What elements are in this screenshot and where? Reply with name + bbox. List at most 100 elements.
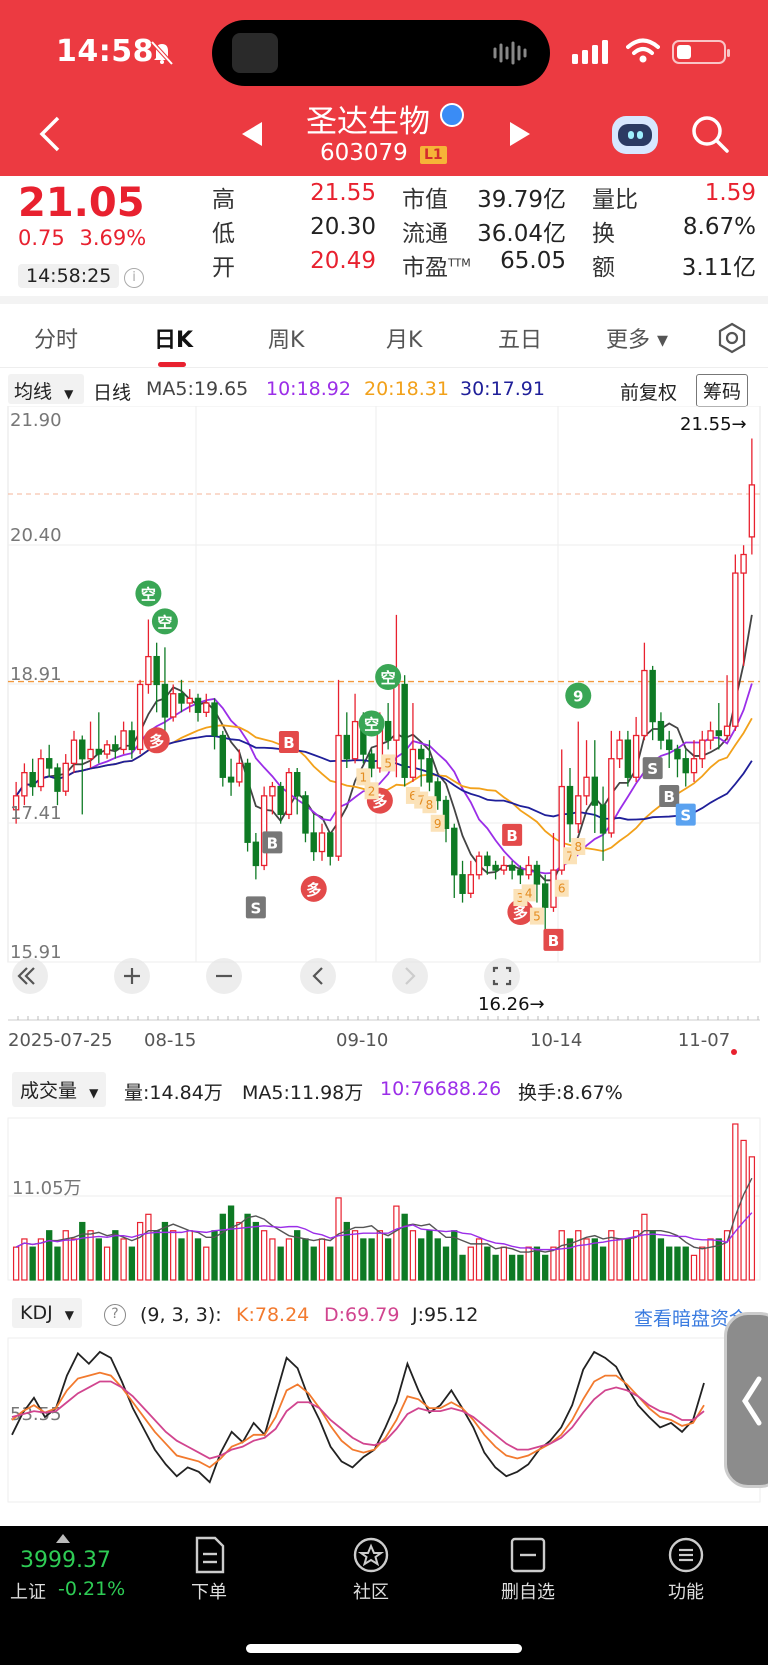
index-value[interactable]: 3999.37 <box>20 1548 111 1573</box>
adjust-mode-button[interactable]: 前复权 <box>620 378 677 405</box>
indicator-dropdown[interactable]: 均线 ▼ <box>8 374 84 404</box>
quote-value: 20.49 <box>310 248 376 274</box>
ma30-value: 30:17.91 <box>460 378 545 400</box>
volume-bar <box>244 1213 251 1281</box>
candle <box>616 739 623 760</box>
info-icon[interactable]: i <box>124 268 144 288</box>
volume-bar <box>161 1221 169 1281</box>
back-arrow-icon[interactable] <box>36 114 66 154</box>
header: 14:58 圣达生物 603079 L1 <box>0 0 768 176</box>
candle <box>740 553 747 574</box>
volume-bar <box>79 1221 86 1281</box>
volume-bar <box>29 1246 36 1281</box>
signal-text: 多 <box>306 881 321 899</box>
y-tick-label: 21.90 <box>10 410 62 431</box>
level-badge: L1 <box>420 146 447 164</box>
tab-1[interactable]: 日K <box>154 322 193 354</box>
volume-bar <box>732 1123 739 1281</box>
candle <box>748 484 756 538</box>
candle <box>665 739 673 751</box>
volume-y-tick: 11.05万 <box>12 1178 82 1199</box>
kdj-d: D:69.79 <box>324 1304 400 1326</box>
today-dot <box>731 1049 737 1055</box>
help-icon[interactable]: ? <box>104 1304 126 1326</box>
signal-text: 空 <box>141 585 156 603</box>
nav-order[interactable]: 下单 <box>164 1536 254 1604</box>
candle <box>260 795 268 867</box>
candle <box>525 864 532 876</box>
dropdown-label: 成交量 <box>20 1080 78 1102</box>
volume-bar <box>203 1246 210 1281</box>
fullscreen-icon[interactable] <box>484 958 520 994</box>
kdj-j-line <box>11 1350 705 1484</box>
volume-bar <box>128 1246 136 1281</box>
previous-stock-icon[interactable] <box>240 120 264 148</box>
candle <box>227 776 235 783</box>
tab-5[interactable]: 更多 ▾ <box>606 322 668 354</box>
candle <box>70 739 78 765</box>
candle <box>87 748 94 760</box>
pan-right-icon[interactable] <box>392 958 428 994</box>
home-indicator <box>246 1644 522 1653</box>
volume-bar <box>186 1230 193 1281</box>
signal-text: S <box>250 899 261 917</box>
candle <box>153 655 160 686</box>
volume-bar <box>649 1230 656 1281</box>
search-icon[interactable] <box>690 114 730 154</box>
volume-bar <box>624 1238 632 1281</box>
quote-value: 21.55 <box>310 180 376 206</box>
ma5-value: MA5:19.65 <box>146 378 249 400</box>
nav-community[interactable]: 社区 <box>326 1536 416 1604</box>
volume-bar <box>335 1197 342 1281</box>
volume-bar <box>666 1246 673 1281</box>
volume-bar <box>542 1254 549 1281</box>
sequence-text: 8 <box>426 798 434 812</box>
volume-bar <box>409 1230 417 1281</box>
nav-menu[interactable]: 功能 <box>641 1536 731 1604</box>
volume-bar <box>252 1221 260 1281</box>
side-collapse-tab[interactable] <box>724 1312 768 1488</box>
volume-bar <box>690 1254 698 1281</box>
candle <box>236 762 243 783</box>
chart-controls <box>12 958 520 994</box>
candle <box>112 744 119 751</box>
candle <box>211 702 218 737</box>
volume-bar <box>54 1246 61 1281</box>
candle <box>641 669 648 737</box>
candle <box>624 739 632 778</box>
kdj-dropdown[interactable]: KDJ ▼ <box>12 1298 82 1328</box>
candle <box>178 693 185 704</box>
chips-button[interactable]: 筹码 <box>696 374 749 407</box>
candle <box>459 874 466 894</box>
nav-remove-watchlist[interactable]: 删自选 <box>483 1536 573 1604</box>
ai-assistant-icon[interactable] <box>612 116 658 154</box>
tab-4[interactable]: 五日 <box>498 322 542 354</box>
nav-label: 下单 <box>191 1582 227 1603</box>
signal-text: B <box>548 932 559 950</box>
signal-text: 多 <box>149 732 164 750</box>
candle <box>186 697 193 704</box>
tab-0[interactable]: 分时 <box>34 322 78 354</box>
candle <box>500 864 508 871</box>
nav-label: 社区 <box>353 1582 389 1603</box>
tab-3[interactable]: 月K <box>386 322 422 354</box>
volume-bar <box>360 1238 367 1281</box>
volume-bar <box>46 1230 53 1281</box>
candle <box>95 748 103 755</box>
volume-bar <box>442 1246 450 1281</box>
volume-bar <box>484 1246 491 1281</box>
quote-value: 39.79亿 <box>477 187 566 213</box>
bottom-nav: 3999.37 上证 -0.21% 下单 社区 删自选 功能 <box>0 1526 768 1665</box>
hexagon-settings-icon[interactable] <box>716 322 748 354</box>
tab-2[interactable]: 周K <box>268 322 304 354</box>
kline-chart[interactable]: 空空多SBB多空空多B多B9SBS1256 7 893 45678 21.9020.4… <box>0 406 768 1526</box>
chevron-down-icon: ▼ <box>64 387 74 401</box>
expand-triangle-icon[interactable] <box>56 1534 70 1543</box>
candle <box>517 869 524 876</box>
next-stock-icon[interactable] <box>508 120 532 148</box>
volume-dropdown[interactable]: 成交量 ▼ <box>12 1072 107 1107</box>
quote-label: 流通 <box>402 221 448 247</box>
pan-left-icon[interactable] <box>300 958 336 994</box>
signal-text: B <box>267 834 278 852</box>
scroll-start-icon[interactable] <box>12 958 48 994</box>
